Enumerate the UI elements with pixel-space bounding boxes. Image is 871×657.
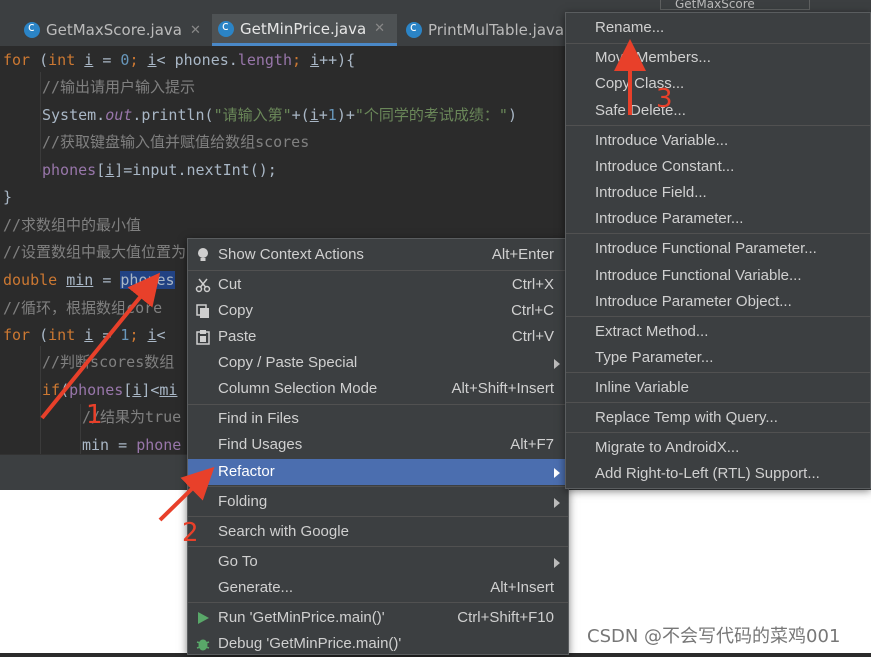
watermark: CSDN @不会写代码的菜鸡001 xyxy=(587,626,841,647)
arrow-2 xyxy=(158,466,215,522)
annotation-number-3: 3 xyxy=(656,84,673,114)
arrow-1 xyxy=(40,272,161,420)
annotation-arrows xyxy=(40,39,646,522)
annotation-number-2: 2 xyxy=(182,518,199,548)
annotation-number-1: 1 xyxy=(86,400,103,430)
